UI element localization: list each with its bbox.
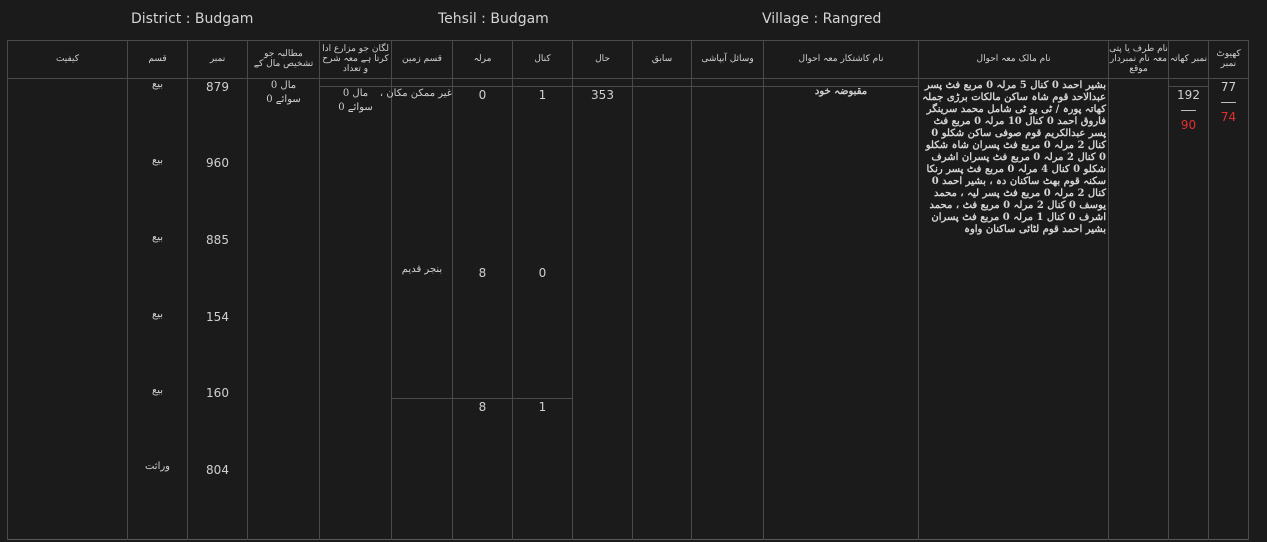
- entry-qism: بیع: [151, 155, 164, 166]
- grid-line: [1168, 40, 1169, 540]
- khewat-divider: [1221, 102, 1236, 103]
- col-revenue: مطالبہ جو تشخیص مال کے: [253, 49, 314, 69]
- marla-value-1: 0: [478, 88, 487, 102]
- col-khata-no: نمبر کھاتہ: [1169, 54, 1208, 64]
- district-label: District : Budgam: [131, 11, 254, 27]
- entry-number: 154: [206, 310, 229, 324]
- col-land-type: قسم زمین: [402, 54, 442, 64]
- grid-line: [763, 40, 764, 540]
- col-khewat-no: کھیوٹ نمبر: [1216, 49, 1241, 69]
- land-type-1: غیر ممکن مکان ،: [379, 88, 452, 99]
- hal-value: 353: [591, 88, 614, 102]
- entry-qism: بیع: [151, 232, 164, 243]
- grid-line: [572, 40, 573, 540]
- col-owner: نام مالک معہ احوال: [976, 54, 1051, 64]
- grid-line: [918, 40, 919, 540]
- grid-line: [319, 40, 320, 540]
- col-kaifiyat: کیفیت: [55, 54, 80, 64]
- entry-number: 804: [206, 463, 229, 477]
- col-irrigation: وسائل آبپاشی: [701, 54, 754, 64]
- col-sabiq: سابق: [651, 54, 673, 64]
- rent-line-1: مال 0: [342, 88, 369, 99]
- marla-value-2: 8: [478, 266, 487, 280]
- grid-line: [1248, 40, 1249, 540]
- entry-qism: بیع: [151, 385, 164, 396]
- entry-number: 160: [206, 386, 229, 400]
- kanal-value-2: 0: [538, 266, 547, 280]
- entry-number: 879: [206, 80, 229, 94]
- entry-number: 960: [206, 156, 229, 170]
- cultivator-details: مقبوضہ خود: [814, 86, 868, 97]
- revenue-line-2: سوائے 0: [266, 94, 301, 105]
- rent-line-2: سوائے 0: [338, 102, 373, 113]
- revenue-line-1: مال 0: [270, 80, 297, 91]
- grid-line: [512, 40, 513, 540]
- grid-line: [691, 40, 692, 540]
- header-divider: [7, 78, 1248, 79]
- table-top-border: [7, 40, 1248, 41]
- col-kanal: کنال: [534, 54, 551, 64]
- grid-line: [452, 40, 453, 540]
- khata-divider: [1181, 110, 1196, 111]
- entry-number: 885: [206, 233, 229, 247]
- grid-line: [391, 40, 392, 540]
- table-bottom-border: [7, 539, 1248, 540]
- col-number: نمبر: [209, 54, 226, 64]
- col-caste: نام طرف یا پتی معہ نام نمبردار موقع: [1109, 44, 1168, 74]
- grid-line: [7, 40, 8, 540]
- kanal-total: 1: [538, 400, 547, 414]
- total-line: [391, 398, 572, 399]
- entry-qism: بیع: [151, 309, 164, 320]
- khata-top-line: [1168, 86, 1208, 87]
- khata-top: 192: [1177, 88, 1200, 102]
- land-type-2: بنجر قدیم: [401, 264, 443, 275]
- kanal-value-1: 1: [538, 88, 547, 102]
- col-rent: لگان جو مزارع ادا کرتا ہے معہ شرح و تعدا…: [322, 44, 389, 74]
- col-marla: مرلہ: [473, 54, 492, 64]
- owner-details: بشیر احمد 0 کنال 5 مرلہ 0 مربع فٹ پسر عب…: [922, 80, 1106, 235]
- grid-line: [247, 40, 248, 540]
- grid-line: [1108, 40, 1109, 540]
- village-label: Village : Rangred: [762, 11, 882, 27]
- entry-qism: بیع: [151, 79, 164, 90]
- entry-qism: وراثت: [144, 461, 171, 472]
- khewat-top: 77: [1220, 80, 1237, 94]
- grid-line: [632, 40, 633, 540]
- khata-bottom: 90: [1180, 118, 1197, 132]
- col-hal: حال: [595, 54, 610, 64]
- col-qism: قسم: [148, 54, 167, 64]
- khewat-bottom: 74: [1220, 110, 1237, 124]
- tehsil-label: Tehsil : Budgam: [438, 11, 549, 27]
- marla-total: 8: [478, 400, 487, 414]
- col-cultivator: نام کاشتکار معہ احوال: [798, 54, 884, 64]
